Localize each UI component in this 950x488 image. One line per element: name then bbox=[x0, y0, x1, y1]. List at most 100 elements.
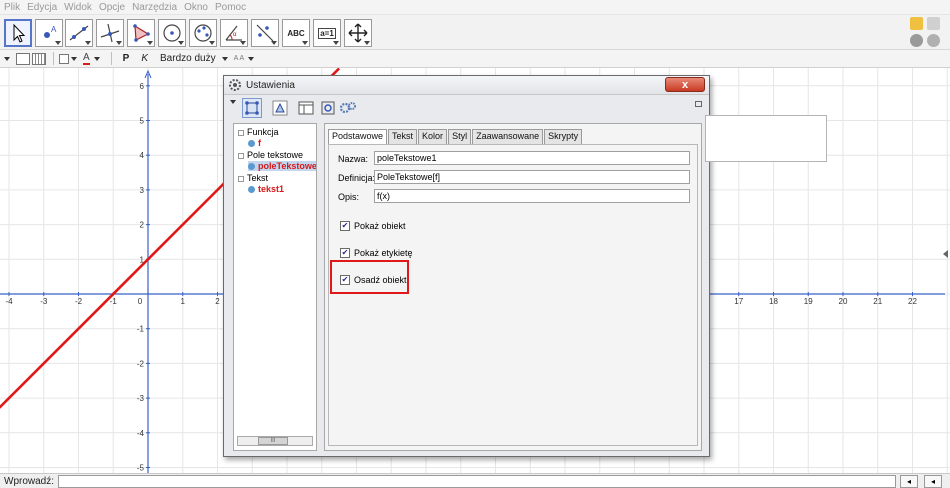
angle-tool-button[interactable]: α bbox=[220, 19, 248, 47]
perpendicular-tool-button[interactable] bbox=[96, 19, 124, 47]
text-color-button[interactable]: A bbox=[83, 52, 90, 65]
panel-toggle-icon bbox=[943, 250, 948, 258]
tab-content: Nazwa: poleTekstowe1 Definicja: PoleTeks… bbox=[328, 144, 698, 446]
menu-help[interactable]: Pomoc bbox=[215, 2, 246, 13]
line-tool-button[interactable] bbox=[65, 19, 93, 47]
x-tick-label: -4 bbox=[5, 297, 13, 306]
reflect-tool-button[interactable] bbox=[251, 19, 279, 47]
tool-dropdown-icon bbox=[302, 41, 308, 45]
scrollbar-thumb[interactable]: III bbox=[258, 437, 288, 445]
point-tool-button[interactable]: A bbox=[35, 19, 63, 47]
y-tick-label: -5 bbox=[137, 464, 145, 473]
svg-text:α: α bbox=[233, 32, 237, 38]
dock-icon[interactable] bbox=[695, 101, 702, 107]
tab-basic[interactable]: Podstawowe bbox=[328, 129, 388, 145]
show-label-checkbox[interactable]: ✔ bbox=[340, 248, 350, 258]
close-button[interactable]: x bbox=[665, 77, 705, 92]
layout-icon bbox=[298, 101, 314, 115]
style-bar-toggle-icon[interactable] bbox=[4, 56, 10, 61]
dialog-menu-arrow-icon[interactable] bbox=[230, 100, 236, 104]
gears-icon bbox=[339, 102, 356, 114]
tree-expander-icon[interactable] bbox=[238, 152, 244, 159]
menu-window[interactable]: Okno bbox=[184, 2, 208, 13]
input-history-button[interactable]: ◂ bbox=[924, 474, 942, 488]
gear-icon[interactable] bbox=[927, 34, 940, 47]
x-tick-label: 21 bbox=[873, 297, 882, 306]
tab-text[interactable]: Tekst bbox=[388, 129, 418, 144]
menu-view[interactable]: Widok bbox=[64, 2, 92, 13]
tab-style[interactable]: Styl bbox=[448, 129, 472, 144]
object-tree: Funkcja f Pole tekstowe poleTekstowe1 Te… bbox=[233, 123, 317, 451]
move-view-tool-button[interactable] bbox=[344, 19, 372, 47]
tool-dropdown-icon bbox=[147, 41, 153, 45]
circle-tool-button[interactable] bbox=[158, 19, 186, 47]
conic-tool-button[interactable] bbox=[189, 19, 217, 47]
dropdown-arrow-icon[interactable] bbox=[71, 56, 77, 61]
name-input[interactable]: poleTekstowe1 bbox=[374, 151, 690, 165]
tool-dropdown-icon bbox=[271, 41, 277, 45]
dropdown-arrow-icon[interactable] bbox=[93, 56, 100, 61]
text-size-select[interactable]: Bardzo duży bbox=[160, 53, 216, 64]
object-settings-button[interactable] bbox=[242, 98, 262, 118]
layout-settings-button[interactable] bbox=[296, 98, 316, 118]
background-color-icon[interactable] bbox=[59, 53, 69, 64]
graphics-settings-button[interactable] bbox=[270, 98, 290, 118]
y-tick-label: -4 bbox=[137, 429, 145, 438]
tab-scripting[interactable]: Skrypty bbox=[544, 129, 583, 144]
object-dot-icon bbox=[248, 163, 255, 171]
italic-button[interactable]: K bbox=[141, 53, 148, 64]
text-tool-label: ABC bbox=[287, 28, 305, 38]
tool-dropdown-icon bbox=[85, 41, 91, 45]
tree-group-textfield[interactable]: Pole tekstowe bbox=[238, 150, 303, 160]
caption-input[interactable]: f(x) bbox=[374, 189, 690, 203]
tab-color[interactable]: Kolor bbox=[418, 129, 448, 144]
polygon-tool-button[interactable] bbox=[127, 19, 155, 47]
definition-input[interactable]: PoleTekstowe[f] bbox=[374, 170, 690, 184]
tree-item-text1[interactable]: tekst1 bbox=[248, 184, 284, 194]
dialog-title-bar[interactable]: Ustawienia x bbox=[224, 76, 709, 95]
tree-group-text[interactable]: Tekst bbox=[238, 173, 268, 183]
style-bar-separator bbox=[110, 52, 112, 65]
grid-toggle-icon[interactable] bbox=[32, 52, 46, 65]
menu-tools[interactable]: Narzędzia bbox=[132, 2, 177, 13]
graphics-triangle-icon bbox=[272, 100, 288, 116]
textfield-object-box[interactable] bbox=[705, 115, 827, 162]
font-size-icon[interactable]: A A bbox=[234, 55, 245, 62]
tree-horizontal-scrollbar[interactable]: III bbox=[237, 436, 313, 446]
tree-expander-icon[interactable] bbox=[238, 129, 244, 136]
tree-item-textfield1[interactable]: poleTekstowe1 bbox=[248, 161, 316, 171]
show-object-checkbox[interactable]: ✔ bbox=[340, 221, 350, 231]
dropdown-arrow-icon[interactable] bbox=[248, 56, 255, 61]
input-help-button[interactable]: ◂ bbox=[900, 474, 918, 488]
menu-file[interactable]: Plik bbox=[4, 2, 20, 13]
dropdown-arrow-icon[interactable] bbox=[221, 56, 228, 61]
tab-advanced[interactable]: Zaawansowane bbox=[472, 129, 544, 144]
x-tick-label: 2 bbox=[215, 297, 220, 306]
defaults-settings-button[interactable] bbox=[318, 98, 338, 118]
menu-options[interactable]: Opcje bbox=[99, 2, 125, 13]
help-icon[interactable] bbox=[910, 34, 923, 47]
show-object-row[interactable]: ✔ Pokaż obiekt bbox=[340, 221, 406, 231]
geogebra-window: Plik Edycja Widok Opcje Narzędzia Okno P… bbox=[0, 0, 950, 488]
menu-edit[interactable]: Edycja bbox=[27, 2, 57, 13]
input-field[interactable] bbox=[58, 474, 896, 488]
y-tick-label: -1 bbox=[137, 325, 145, 334]
x-tick-label: 1 bbox=[181, 297, 186, 306]
undo-icon[interactable] bbox=[910, 17, 923, 30]
show-label-row[interactable]: ✔ Pokaż etykietę bbox=[340, 248, 413, 258]
object-properties-icon bbox=[245, 101, 259, 115]
text-tool-button[interactable]: ABC bbox=[282, 19, 310, 47]
advanced-settings-button[interactable] bbox=[338, 98, 358, 118]
bold-button[interactable]: P bbox=[123, 53, 130, 64]
settings-dialog: Ustawienia x Funkcja f Pole tekstowe pol… bbox=[223, 75, 710, 457]
redo-icon[interactable] bbox=[927, 17, 940, 30]
tree-group-function[interactable]: Funkcja bbox=[238, 127, 279, 137]
slider-tool-label: a=1 bbox=[318, 27, 336, 39]
move-tool-button[interactable] bbox=[4, 19, 32, 47]
slider-tool-button[interactable]: a=1 bbox=[313, 19, 341, 47]
x-tick-label: 22 bbox=[908, 297, 917, 306]
axes-toggle-icon[interactable] bbox=[16, 52, 30, 65]
highlight-box bbox=[330, 260, 409, 294]
tree-expander-icon[interactable] bbox=[238, 175, 244, 182]
tree-item-f[interactable]: f bbox=[248, 138, 261, 148]
